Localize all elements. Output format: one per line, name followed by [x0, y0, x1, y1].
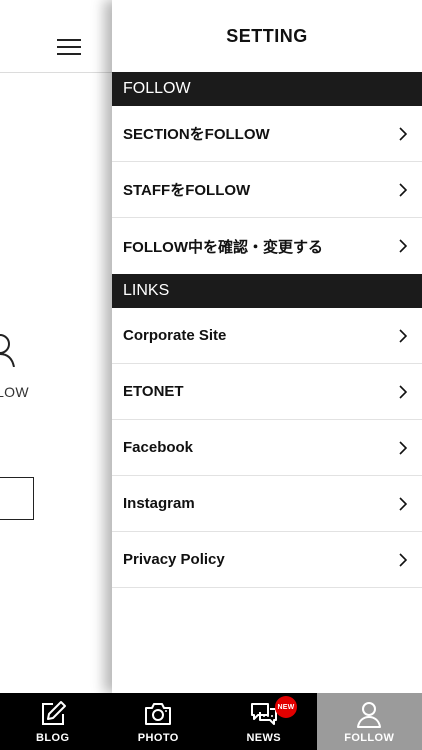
chevron-right-icon	[399, 328, 407, 343]
pencil-edit-icon	[41, 701, 66, 725]
menu-item-facebook[interactable]: Facebook	[112, 420, 422, 476]
tab-label: FOLLOW	[344, 732, 395, 744]
menu-item-privacy-policy[interactable]: Privacy Policy	[112, 532, 422, 588]
tab-blog[interactable]: BLOG	[0, 693, 106, 750]
chevron-right-icon	[399, 440, 407, 455]
menu-item-manage-follow[interactable]: FOLLOW中を確認・変更する	[112, 218, 422, 274]
menu-item-instagram[interactable]: Instagram	[112, 476, 422, 532]
menu-item-label: FOLLOW中を確認・変更する	[123, 238, 323, 256]
tab-label: NEWS	[246, 732, 282, 744]
tab-label: PHOTO	[137, 732, 179, 744]
bottom-tab-bar: BLOG PHOTO NEWS NEW FOLLOW	[0, 693, 422, 750]
follow-label: LLOW	[0, 384, 29, 400]
menu-item-label: Instagram	[123, 495, 195, 512]
section-header-follow: FOLLOW	[112, 72, 422, 106]
hamburger-menu-icon[interactable]	[57, 38, 81, 56]
menu-item-section-follow[interactable]: SECTIONをFOLLOW	[112, 106, 422, 162]
tab-news[interactable]: NEWS NEW	[211, 693, 317, 750]
chat-bubbles-icon	[250, 703, 277, 725]
menu-item-label: ETONET	[123, 383, 184, 400]
section-header-links: LINKS	[112, 274, 422, 308]
menu-item-label: STAFFをFOLLOW	[123, 182, 251, 199]
menu-item-etonet[interactable]: ETONET	[112, 364, 422, 420]
header-divider	[0, 72, 112, 73]
menu-item-label: Corporate Site	[123, 327, 227, 344]
background-screen: LLOW	[0, 0, 112, 693]
chevron-right-icon	[399, 384, 407, 399]
camera-icon	[145, 703, 172, 725]
tab-photo[interactable]: PHOTO	[106, 693, 212, 750]
person-icon	[357, 702, 382, 728]
follow-button[interactable]	[0, 477, 34, 520]
menu-item-label: Privacy Policy	[123, 551, 225, 568]
new-badge: NEW	[275, 696, 297, 718]
chevron-right-icon	[399, 552, 407, 567]
chevron-right-icon	[399, 126, 407, 141]
page-title: SETTING	[226, 25, 308, 46]
menu-item-corporate-site[interactable]: Corporate Site	[112, 308, 422, 364]
chevron-right-icon	[399, 182, 407, 197]
chevron-right-icon	[399, 239, 407, 253]
person-icon	[0, 334, 15, 367]
menu-item-label: Facebook	[123, 439, 194, 456]
settings-panel: SETTING FOLLOW SECTIONをFOLLOW STAFFをFOLL…	[112, 0, 422, 693]
chevron-right-icon	[399, 496, 407, 511]
tab-follow[interactable]: FOLLOW	[316, 693, 422, 750]
menu-item-label: SECTIONをFOLLOW	[123, 126, 270, 143]
menu-item-staff-follow[interactable]: STAFFをFOLLOW	[112, 162, 422, 218]
tab-label: BLOG	[36, 732, 70, 744]
